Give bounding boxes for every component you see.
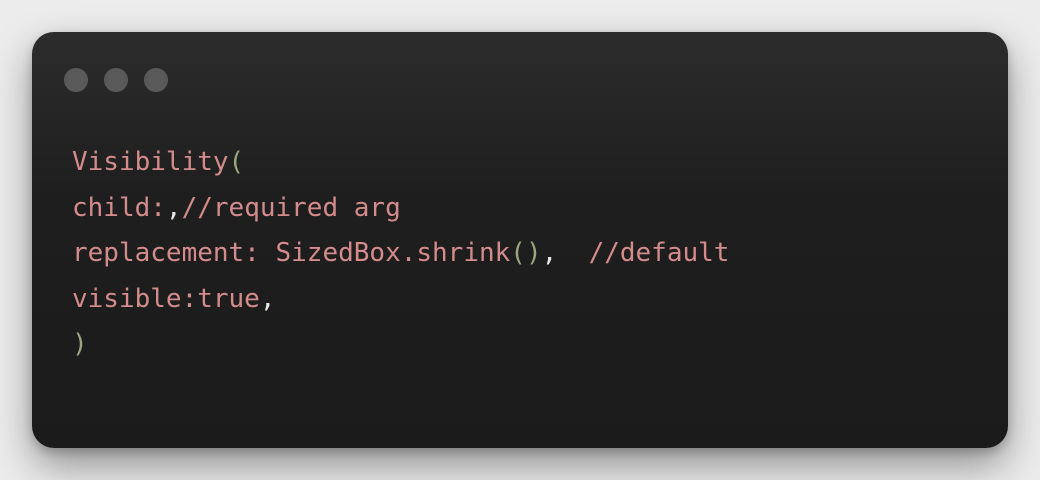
minimize-dot-icon[interactable]	[104, 68, 128, 92]
token-paren: )	[72, 329, 88, 359]
code-window: Visibility(child:,//required arg replacem…	[32, 32, 1008, 448]
token-identifier: child:	[72, 192, 166, 223]
close-dot-icon[interactable]	[64, 68, 88, 92]
token-paren: (	[228, 147, 245, 177]
token-comma: ,	[541, 238, 558, 268]
maximize-dot-icon[interactable]	[144, 68, 168, 92]
token-comment: //required arg	[181, 192, 401, 223]
token-identifier: replacement: SizedBox.shrink	[72, 238, 511, 268]
code-line-3: replacement: SizedBox.shrink(), //defaul…	[72, 231, 729, 277]
code-line-5: )	[72, 322, 729, 368]
window-controls	[64, 68, 168, 92]
code-block: Visibility(child:,//required arg replacem…	[72, 140, 729, 368]
token-paren: ()	[510, 238, 542, 268]
token-identifier: Visibility	[72, 147, 229, 177]
code-line-2: child:,//required arg	[72, 186, 729, 232]
token-comment: //default	[557, 238, 730, 268]
code-line-4: visible:true,	[72, 277, 729, 323]
code-line-1: Visibility(	[72, 140, 729, 186]
token-comma: ,	[259, 283, 276, 314]
token-comma: ,	[165, 192, 182, 223]
token-identifier: visible:true	[72, 283, 260, 314]
